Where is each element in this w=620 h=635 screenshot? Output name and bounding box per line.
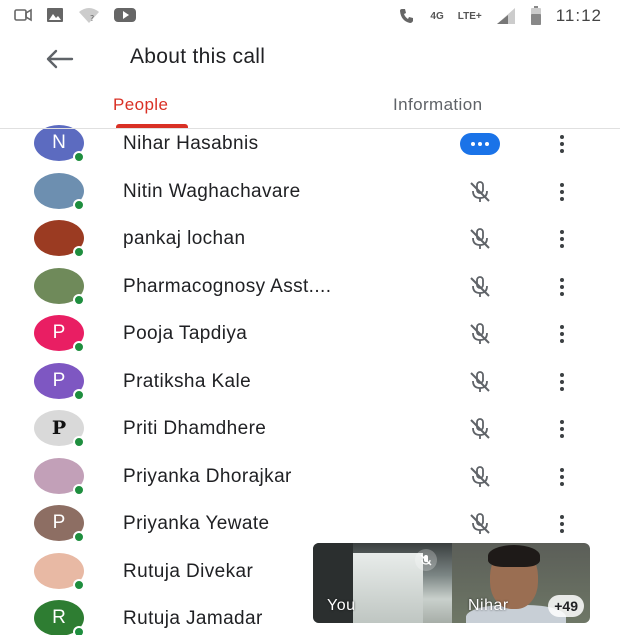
participant-name: Pratiksha Kale [123,370,252,392]
participant-row[interactable]: Priyanka Dhorajkar [0,453,620,501]
video-camera-icon [14,8,32,22]
network-4g: 4G [430,10,444,22]
more-options-icon[interactable] [550,274,574,300]
avatar-letter: P [51,417,67,439]
online-status-dot [73,388,85,401]
online-status-dot [73,483,85,496]
mic-off-icon [460,369,500,395]
more-participants-badge[interactable]: +49 [548,595,584,617]
online-status-dot [73,626,85,635]
video-preview[interactable]: You Nihar +49 [313,543,590,623]
image-icon [46,7,64,23]
more-options-icon[interactable] [550,179,574,205]
self-video-tile[interactable]: You [313,543,452,623]
participant-name: Priyanka Dhorajkar [123,465,292,487]
more-options-icon[interactable] [550,369,574,395]
participant-name: Pharmacognosy Asst.... [123,275,332,297]
online-status-dot [73,341,85,353]
online-status-dot [73,578,85,591]
avatar [34,457,85,496]
more-options-icon[interactable] [550,464,574,490]
signal-icon [496,7,516,25]
participant-row[interactable]: P Priti Dhamdhere [0,405,620,453]
mic-off-icon [460,321,500,347]
self-video-label: You [327,597,356,614]
participant-name: Pooja Tapdiya [123,323,248,344]
participant-name: pankaj lochan [123,228,246,249]
participant-row[interactable]: Pharmacognosy Asst.... [0,263,620,311]
more-options-icon[interactable] [550,131,574,157]
online-status-dot [73,198,85,211]
status-bar-right: 4G LTE+ 11:12 [398,6,602,26]
more-options-icon[interactable] [550,321,574,347]
mic-off-icon [460,416,500,442]
youtube-icon [114,7,136,23]
participant-row[interactable]: pankaj lochan [0,215,620,263]
participant-name: Priyanka Yewate [123,513,270,534]
tab-divider [0,128,620,129]
avatar-letter: P [52,322,66,343]
online-status-dot [73,246,85,258]
svg-text:?: ? [90,14,94,23]
remote-video-tile[interactable]: Nihar +49 [452,543,590,623]
remote-video-label: Nihar [468,597,509,614]
avatar: R [34,600,85,635]
participant-name: Priti Dhamdhere [123,418,267,439]
mic-off-icon [460,274,500,300]
mic-off-icon [460,179,500,205]
avatar: P [34,505,85,543]
participant-name: Rutuja Divekar [123,560,254,582]
avatar-letter: P [52,512,66,533]
back-button[interactable] [42,44,78,74]
avatar: P [34,410,85,448]
page-title: About this call [130,45,266,68]
tab-information[interactable]: Information [393,95,482,115]
more-options-icon[interactable] [550,226,574,252]
avatar [34,267,85,306]
network-lte: LTE+ [457,10,482,22]
online-status-dot [73,531,85,543]
status-bar: ? 4G LTE+ 11:12 [0,0,620,34]
speaking-indicator[interactable] [460,131,500,157]
avatar [34,552,85,591]
mic-off-icon [415,549,437,571]
tab-people[interactable]: People [113,95,168,115]
participant-name: Nihar Hasabnis [123,133,259,154]
avatar-letter: N [52,132,66,153]
more-options-icon[interactable] [550,416,574,442]
avatar [34,172,85,211]
participant-name: Rutuja Jamadar [123,608,263,629]
avatar: P [34,315,85,353]
avatar-letter: R [52,607,66,628]
status-bar-left: ? [14,7,136,23]
remote-video-hair [488,545,540,567]
participant-row[interactable]: Nitin Waghachavare [0,168,620,216]
arrow-left-icon [46,49,74,69]
online-status-dot [73,293,85,306]
online-status-dot [73,151,85,163]
avatar: P [34,362,85,401]
app-header: About this call [0,34,620,84]
participant-name: Nitin Waghachavare [123,180,301,202]
wifi-question-icon: ? [78,7,100,23]
call-icon [398,7,416,25]
clock: 11:12 [555,6,602,25]
mic-off-icon [460,511,500,537]
audio-activity-icon [460,133,500,155]
more-options-icon[interactable] [550,511,574,537]
participant-row[interactable]: P Priyanka Yewate [0,500,620,548]
battery-icon [530,6,542,26]
participant-row[interactable]: P Pratiksha Kale [0,358,620,406]
avatar: N [34,125,85,163]
self-video-wall [353,553,423,623]
avatar [34,220,85,258]
mic-off-icon [460,464,500,490]
mic-off-icon [460,226,500,252]
avatar-letter: P [52,369,66,391]
online-status-dot [73,436,85,448]
participant-row[interactable]: P Pooja Tapdiya [0,310,620,358]
